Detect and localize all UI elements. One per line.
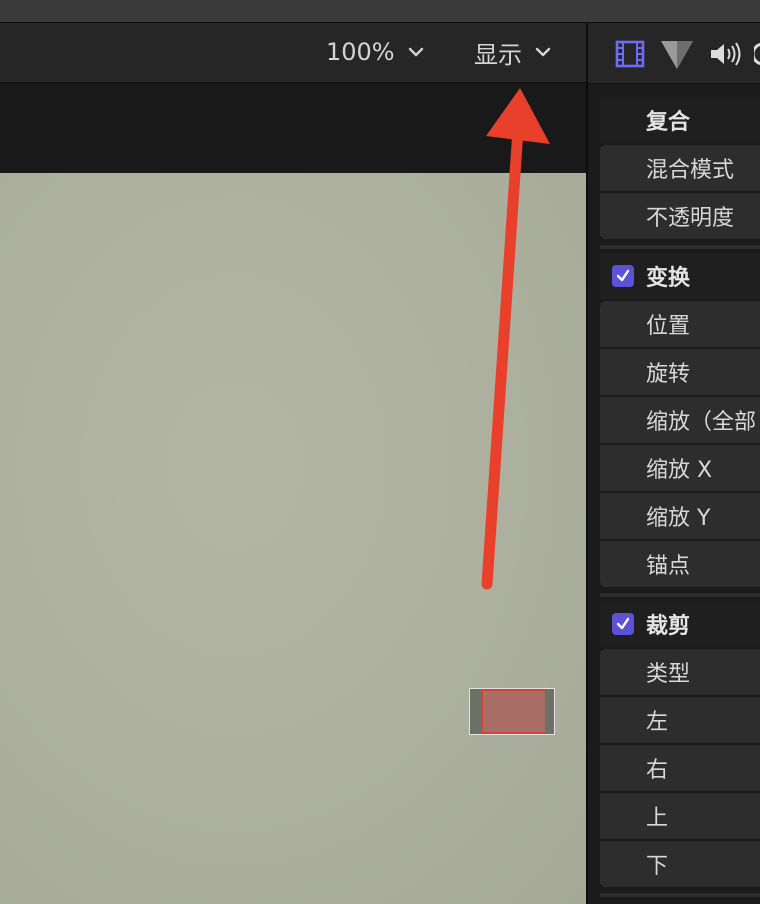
param-label: 右	[646, 758, 669, 783]
section-divider	[600, 593, 760, 597]
section-crop[interactable]: 裁剪	[600, 601, 760, 647]
checkmark-icon	[616, 617, 630, 630]
param-row[interactable]: 缩放 Y	[600, 493, 760, 539]
info-icon	[751, 42, 760, 66]
tab-info[interactable]	[751, 39, 760, 69]
transform-checkbox[interactable]	[612, 265, 634, 287]
tab-audio[interactable]	[709, 39, 743, 69]
section-title: 变换	[646, 266, 691, 291]
param-label: 位置	[646, 314, 691, 339]
param-row[interactable]: 类型	[600, 649, 760, 695]
param-row[interactable]: 下	[600, 841, 760, 887]
film-icon	[615, 40, 645, 68]
param-label: 旋转	[646, 362, 691, 387]
annotation-arrow	[481, 88, 550, 590]
param-label: 缩放 X	[646, 458, 713, 483]
tab-color[interactable]	[660, 39, 694, 69]
inspector-tabs	[588, 23, 760, 84]
param-row[interactable]: 缩放 X	[600, 445, 760, 491]
section-composite[interactable]: 复合	[600, 97, 760, 143]
color-triangle-icon	[661, 41, 693, 69]
param-row[interactable]: 不透明度	[600, 193, 760, 239]
param-row[interactable]: 锚点	[600, 541, 760, 587]
param-label: 缩放 Y	[646, 506, 711, 531]
param-row[interactable]: 缩放（全部	[600, 397, 760, 443]
param-row[interactable]: 上	[600, 793, 760, 839]
param-label: 锚点	[646, 554, 691, 579]
param-label: 混合模式	[646, 158, 735, 183]
section-title: 复合	[646, 110, 691, 135]
param-label: 类型	[646, 662, 691, 687]
section-divider	[600, 245, 760, 249]
param-label: 上	[646, 806, 669, 831]
param-row[interactable]: 旋转	[600, 349, 760, 395]
section-title: 裁剪	[646, 614, 691, 639]
param-label: 不透明度	[646, 206, 735, 231]
tab-video[interactable]	[615, 39, 645, 69]
param-row[interactable]: 位置	[600, 301, 760, 347]
param-label: 缩放（全部	[646, 410, 757, 435]
param-row[interactable]: 右	[600, 745, 760, 791]
section-transform[interactable]: 变换	[600, 253, 760, 299]
section-divider	[600, 893, 760, 897]
checkmark-icon	[616, 269, 630, 282]
param-row[interactable]: 混合模式	[600, 145, 760, 191]
param-row[interactable]: 左	[600, 697, 760, 743]
inspector-panel: 复合 混合模式 不透明度 变换 位置 旋转 缩放（全部 缩放 X 缩放 Y 锚点…	[588, 23, 760, 904]
speaker-icon	[711, 42, 741, 66]
param-label: 左	[646, 710, 669, 735]
param-label: 下	[646, 854, 669, 879]
crop-checkbox[interactable]	[612, 613, 634, 635]
